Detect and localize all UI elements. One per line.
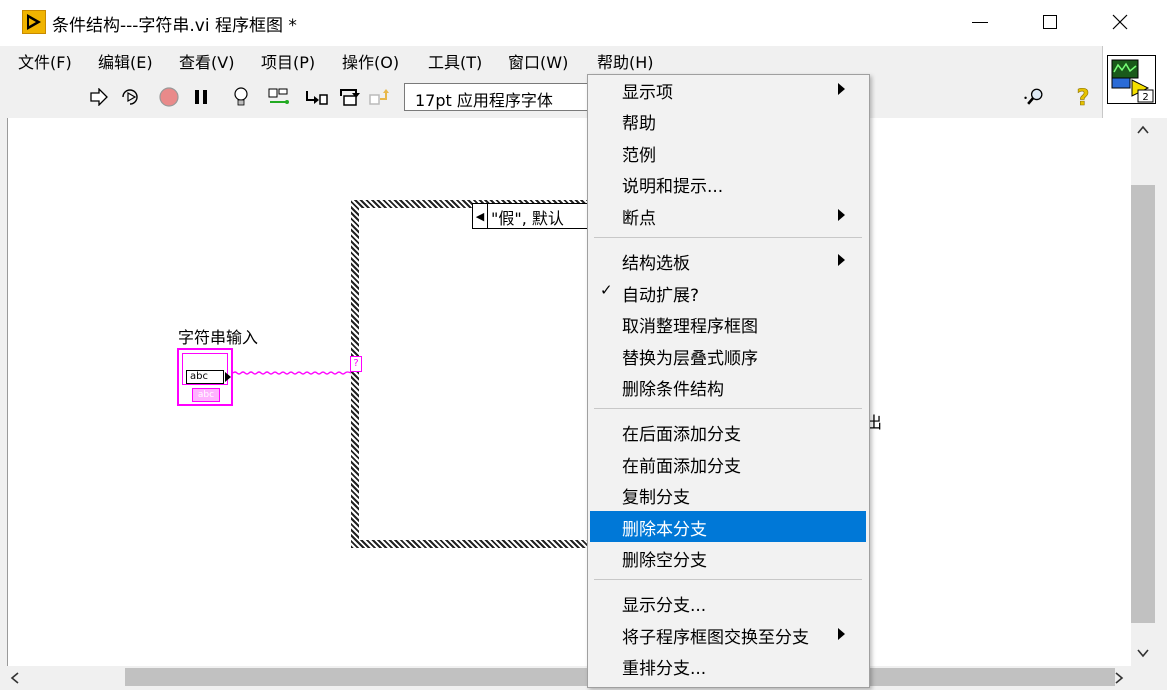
menu-tools[interactable]: 工具(T)	[426, 49, 484, 73]
maximize-button[interactable]	[1022, 0, 1078, 44]
cm-item-label: 显示项	[622, 83, 673, 103]
cm-item-remove-case-structure[interactable]: 删除条件结构	[590, 371, 866, 402]
retain-wire-values-icon[interactable]	[267, 84, 291, 110]
cm-item-delete-this-case[interactable]: 删除本分支	[590, 511, 866, 542]
cm-separator	[594, 579, 862, 580]
cm-item-label: 在前面添加分支	[622, 457, 741, 477]
connector-pane-count: 2	[1142, 92, 1148, 103]
cm-item-label: 断点	[622, 209, 656, 229]
string-control-terminal[interactable]: abc abc	[177, 348, 233, 406]
run-continuous-icon[interactable]	[118, 84, 142, 110]
svg-text:?: ?	[1077, 86, 1090, 109]
cm-item-breakpoint[interactable]: 断点	[590, 200, 866, 231]
cm-item-label: 删除本分支	[622, 520, 707, 540]
cm-item-label: 范例	[622, 146, 656, 166]
window-title: 条件结构---字符串.vi 程序框图 *	[52, 16, 297, 36]
menu-help[interactable]: 帮助(H)	[595, 49, 656, 73]
string-control-label[interactable]: 字符串输入	[178, 324, 258, 348]
cm-item-label: 删除条件结构	[622, 380, 724, 400]
abort-icon[interactable]	[157, 84, 181, 110]
cm-separator	[594, 408, 862, 409]
cm-item-add-case-after[interactable]: 在后面添加分支	[590, 416, 866, 447]
scroll-right-icon[interactable]	[1112, 670, 1126, 690]
search-icon[interactable]	[1023, 84, 1047, 110]
cm-item-delete-empty-cases[interactable]: 删除空分支	[590, 542, 866, 573]
cm-item-add-case-before[interactable]: 在前面添加分支	[590, 448, 866, 479]
cm-item-rearrange-cases[interactable]: 重排分支...	[590, 650, 866, 681]
menu-window[interactable]: 窗口(W)	[506, 49, 570, 73]
cm-item-visible-items[interactable]: 显示项	[590, 74, 866, 105]
close-icon	[1112, 14, 1128, 30]
cm-item-description-and-tip[interactable]: 说明和提示...	[590, 168, 866, 199]
menu-file[interactable]: 文件(F)	[16, 49, 74, 73]
cm-item-label: 复制分支	[622, 488, 690, 508]
cm-item-label: 将子程序框图交换至分支	[622, 628, 809, 648]
cm-item-label: 帮助	[622, 114, 656, 134]
step-over-icon[interactable]	[338, 84, 362, 110]
font-select[interactable]: 17pt 应用程序字体	[404, 83, 588, 111]
case-selector-terminal[interactable]: ?	[350, 356, 362, 372]
context-help-icon[interactable]: ?	[1071, 84, 1095, 110]
cm-item-label: 在后面添加分支	[622, 425, 741, 445]
cm-item-label: 重排分支...	[622, 659, 707, 679]
vi-icon[interactable]: 2	[1107, 55, 1156, 104]
submenu-arrow-icon	[838, 209, 845, 221]
cm-item-label: 说明和提示...	[622, 177, 724, 197]
cm-item-label: 删除空分支	[622, 551, 707, 571]
labview-app-icon	[22, 10, 46, 34]
cm-item-swap-diagram-with-case[interactable]: 将子程序框图交换至分支	[590, 619, 866, 650]
case-name: "假", 默认	[491, 209, 564, 228]
submenu-arrow-icon	[838, 254, 845, 266]
pause-icon[interactable]	[189, 84, 213, 110]
step-out-icon[interactable]	[368, 84, 392, 110]
cm-item-auto-grow[interactable]: ✓ 自动扩展?	[590, 277, 866, 308]
cm-item-replace-with-stacked-sequence[interactable]: 替换为层叠式顺序	[590, 340, 866, 371]
cm-item-label: 显示分支...	[622, 596, 707, 616]
cm-item-label: 自动扩展?	[622, 286, 700, 306]
vertical-scroll-thumb[interactable]	[1131, 185, 1155, 623]
cm-item-label: 取消整理程序框图	[622, 317, 758, 337]
scroll-left-icon[interactable]	[8, 670, 22, 690]
menu-operate[interactable]: 操作(O)	[340, 49, 401, 73]
cm-item-structures-palette[interactable]: 结构选板	[590, 245, 866, 276]
step-into-icon[interactable]	[305, 84, 329, 110]
string-control-text: abc	[186, 370, 224, 384]
cm-separator	[594, 237, 862, 238]
string-wire[interactable]	[233, 368, 351, 378]
cm-item-help[interactable]: 帮助	[590, 105, 866, 136]
string-type-badge: abc	[192, 388, 220, 402]
minimize-icon	[972, 21, 988, 23]
submenu-arrow-icon	[838, 83, 845, 95]
highlight-execution-icon[interactable]	[229, 84, 253, 110]
cm-item-duplicate-case[interactable]: 复制分支	[590, 479, 866, 510]
minimize-button[interactable]	[952, 0, 1008, 44]
run-arrow-icon[interactable]	[87, 84, 111, 110]
cm-item-undo-cleanup[interactable]: 取消整理程序框图	[590, 308, 866, 339]
menu-edit[interactable]: 编辑(E)	[96, 49, 155, 73]
cm-item-label: 结构选板	[622, 254, 690, 274]
scroll-down-icon[interactable]	[1135, 645, 1151, 664]
decrement-arrow-icon[interactable]: ◀	[473, 204, 488, 228]
submenu-arrow-icon	[838, 628, 845, 640]
menu-project[interactable]: 项目(P)	[259, 49, 317, 73]
cm-item-examples[interactable]: 范例	[590, 137, 866, 168]
cm-item-label: 替换为层叠式顺序	[622, 349, 758, 369]
close-button[interactable]	[1092, 0, 1148, 44]
case-selector-label[interactable]: ◀ "假", 默认	[472, 203, 592, 229]
menu-view[interactable]: 查看(V)	[177, 49, 236, 73]
maximize-icon	[1043, 15, 1057, 29]
checkmark-icon: ✓	[600, 281, 613, 299]
output-arrow-icon	[225, 372, 231, 382]
scroll-up-icon[interactable]	[1135, 122, 1151, 141]
case-structure[interactable]	[351, 200, 597, 548]
cm-item-show-case[interactable]: 显示分支...	[590, 587, 866, 618]
